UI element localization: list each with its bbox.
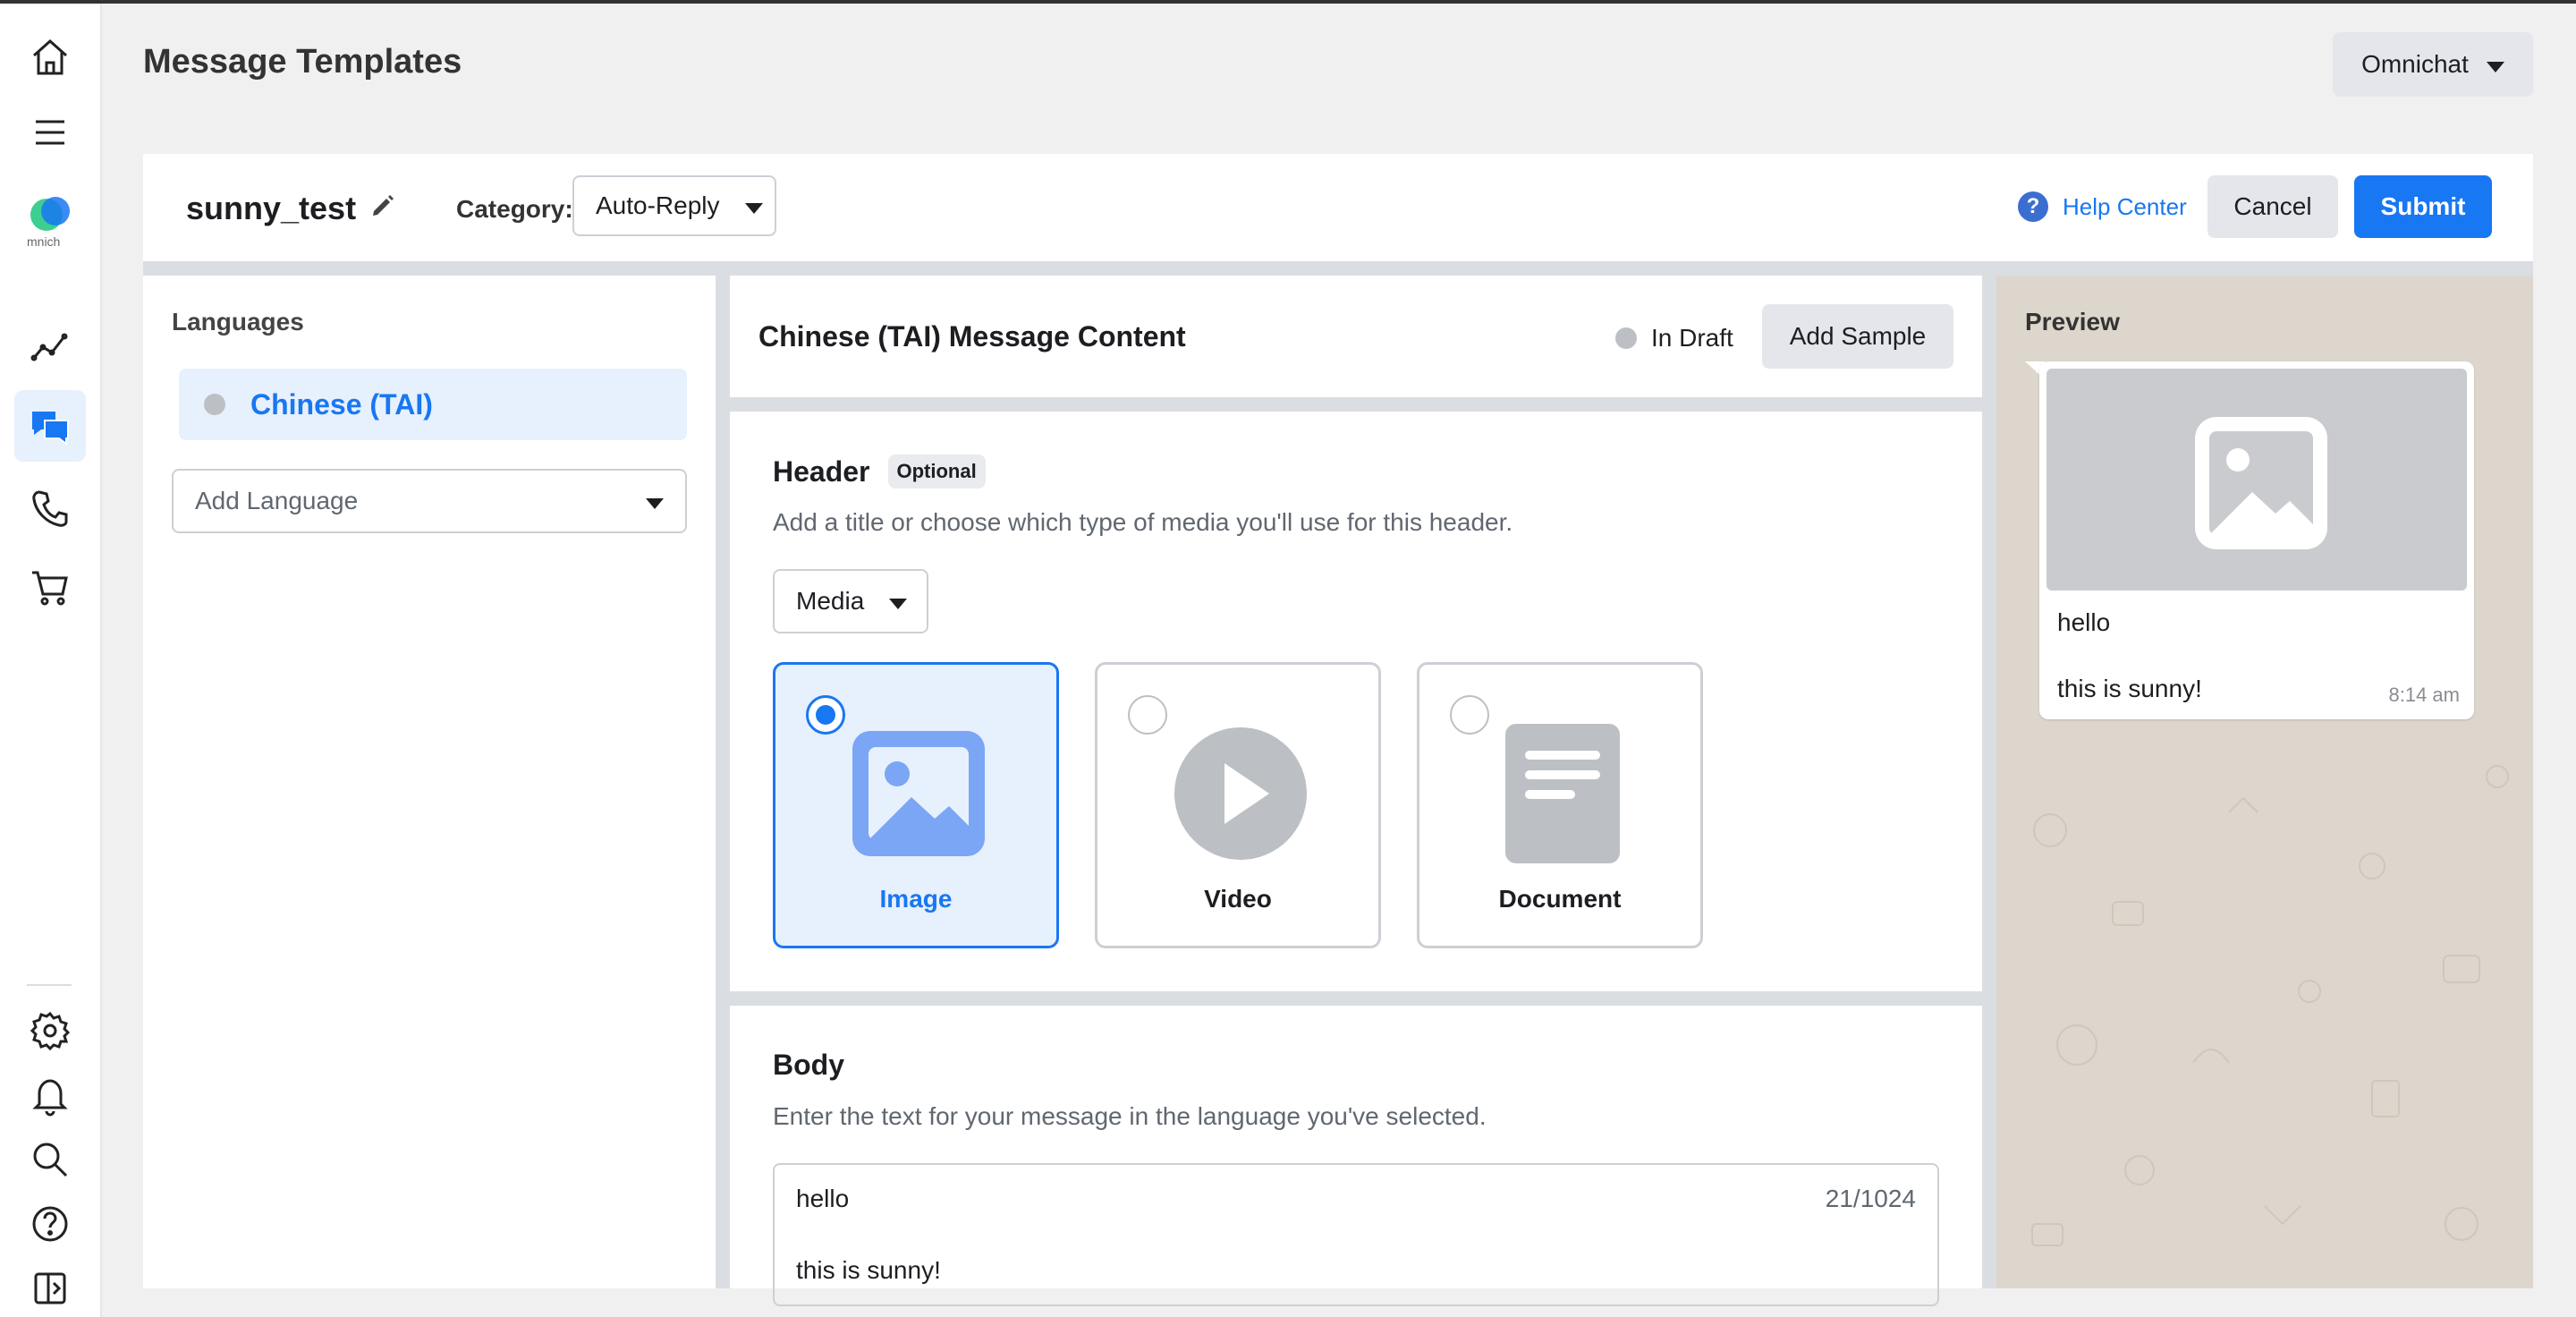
language-item[interactable]: Chinese (TAI)	[179, 369, 687, 440]
phone-icon[interactable]	[21, 480, 79, 537]
help-center-label: Help Center	[2063, 192, 2187, 220]
left-navigation-rail: mnich	[0, 4, 102, 1317]
status-dot	[204, 394, 225, 415]
page-title: Message Templates	[143, 43, 462, 81]
preview-line2: this is sunny!	[2057, 675, 2202, 702]
body-text-line1: hello	[796, 1185, 850, 1212]
content-title: Chinese (TAI) Message Content	[758, 320, 1186, 353]
body-text-line2: this is sunny!	[796, 1256, 941, 1284]
caret-down-icon	[889, 587, 908, 616]
search-icon[interactable]	[21, 1131, 79, 1188]
play-icon	[1174, 727, 1307, 860]
document-icon	[1505, 724, 1620, 863]
video-option[interactable]: Video	[1095, 662, 1381, 948]
image-icon	[2195, 417, 2327, 549]
video-radio[interactable]	[1128, 695, 1167, 735]
body-section: Body Enter the text for your message in …	[730, 1006, 1982, 1306]
message-timestamp: 8:14 am	[2388, 684, 2461, 706]
header-section: Header Optional Add a title or choose wh…	[730, 412, 1982, 991]
chat-icon[interactable]	[14, 390, 86, 462]
add-language-select[interactable]: Add Language	[172, 469, 687, 533]
video-option-label: Video	[1204, 885, 1272, 913]
body-description: Enter the text for your message in the l…	[773, 1102, 1487, 1130]
caret-down-icon	[744, 191, 763, 220]
question-icon: ?	[2018, 191, 2048, 222]
document-option[interactable]: Document	[1417, 662, 1703, 948]
message-bubble: hello this is sunny! 8:14 am	[2039, 361, 2474, 719]
home-icon[interactable]	[21, 29, 79, 86]
bell-icon[interactable]	[21, 1066, 79, 1124]
draft-status: In Draft	[1615, 324, 1733, 353]
image-radio[interactable]	[806, 695, 845, 735]
content-header: Chinese (TAI) Message Content In Draft A…	[730, 276, 1982, 397]
languages-title: Languages	[172, 308, 304, 336]
header-type-value: Media	[796, 587, 865, 615]
image-icon	[852, 731, 985, 856]
logo-text: mnich	[27, 234, 61, 249]
languages-panel: Languages Chinese (TAI) Add Language	[143, 276, 716, 1288]
body-textarea[interactable]: hello 21/1024 this is sunny!	[773, 1163, 1939, 1306]
pencil-icon[interactable]	[369, 191, 397, 220]
cancel-button[interactable]: Cancel	[2207, 175, 2338, 238]
preview-panel: Preview hello this is sunny! 8:14 am	[1996, 276, 2533, 1288]
preview-title: Preview	[2025, 308, 2120, 336]
account-dropdown[interactable]: Omnichat	[2333, 32, 2533, 97]
window-top-border	[0, 0, 2576, 4]
settings-icon[interactable]	[21, 1002, 79, 1059]
template-toolbar: sunny_test Category: Auto-Reply ? Help C…	[143, 154, 2533, 263]
analytics-icon[interactable]	[21, 319, 79, 376]
category-value: Auto-Reply	[596, 191, 720, 219]
cart-icon[interactable]	[21, 558, 79, 616]
add-language-placeholder: Add Language	[195, 487, 359, 514]
help-icon[interactable]	[21, 1195, 79, 1253]
collapse-icon[interactable]	[21, 1260, 79, 1317]
document-radio[interactable]	[1450, 695, 1489, 735]
optional-badge: Optional	[887, 455, 986, 489]
image-option-label: Image	[879, 885, 953, 913]
category-label: Category:	[456, 195, 573, 223]
category-select[interactable]: Auto-Reply	[572, 175, 776, 236]
caret-down-icon	[2486, 50, 2504, 79]
status-dot	[1615, 327, 1637, 349]
header-title: Header	[773, 455, 870, 488]
draft-status-label: In Draft	[1651, 324, 1733, 352]
image-option[interactable]: Image	[773, 662, 1059, 948]
add-sample-button[interactable]: Add Sample	[1762, 304, 1953, 369]
document-option-label: Document	[1498, 885, 1622, 913]
account-label: Omnichat	[2361, 50, 2469, 78]
body-title: Body	[773, 1049, 844, 1081]
header-type-select[interactable]: Media	[773, 569, 928, 633]
preview-line1: hello	[2057, 608, 2111, 636]
character-counter: 21/1024	[1825, 1185, 1916, 1212]
header-description: Add a title or choose which type of medi…	[773, 508, 1513, 536]
template-name: sunny_test	[186, 190, 357, 226]
language-label: Chinese (TAI)	[250, 387, 433, 421]
rail-divider	[27, 984, 72, 986]
menu-icon[interactable]	[21, 104, 79, 161]
media-placeholder	[2046, 369, 2467, 591]
submit-button[interactable]: Submit	[2354, 175, 2492, 238]
help-center-link[interactable]: ? Help Center	[2018, 191, 2187, 222]
caret-down-icon	[646, 487, 664, 515]
header-title-row: Header Optional	[773, 455, 986, 489]
